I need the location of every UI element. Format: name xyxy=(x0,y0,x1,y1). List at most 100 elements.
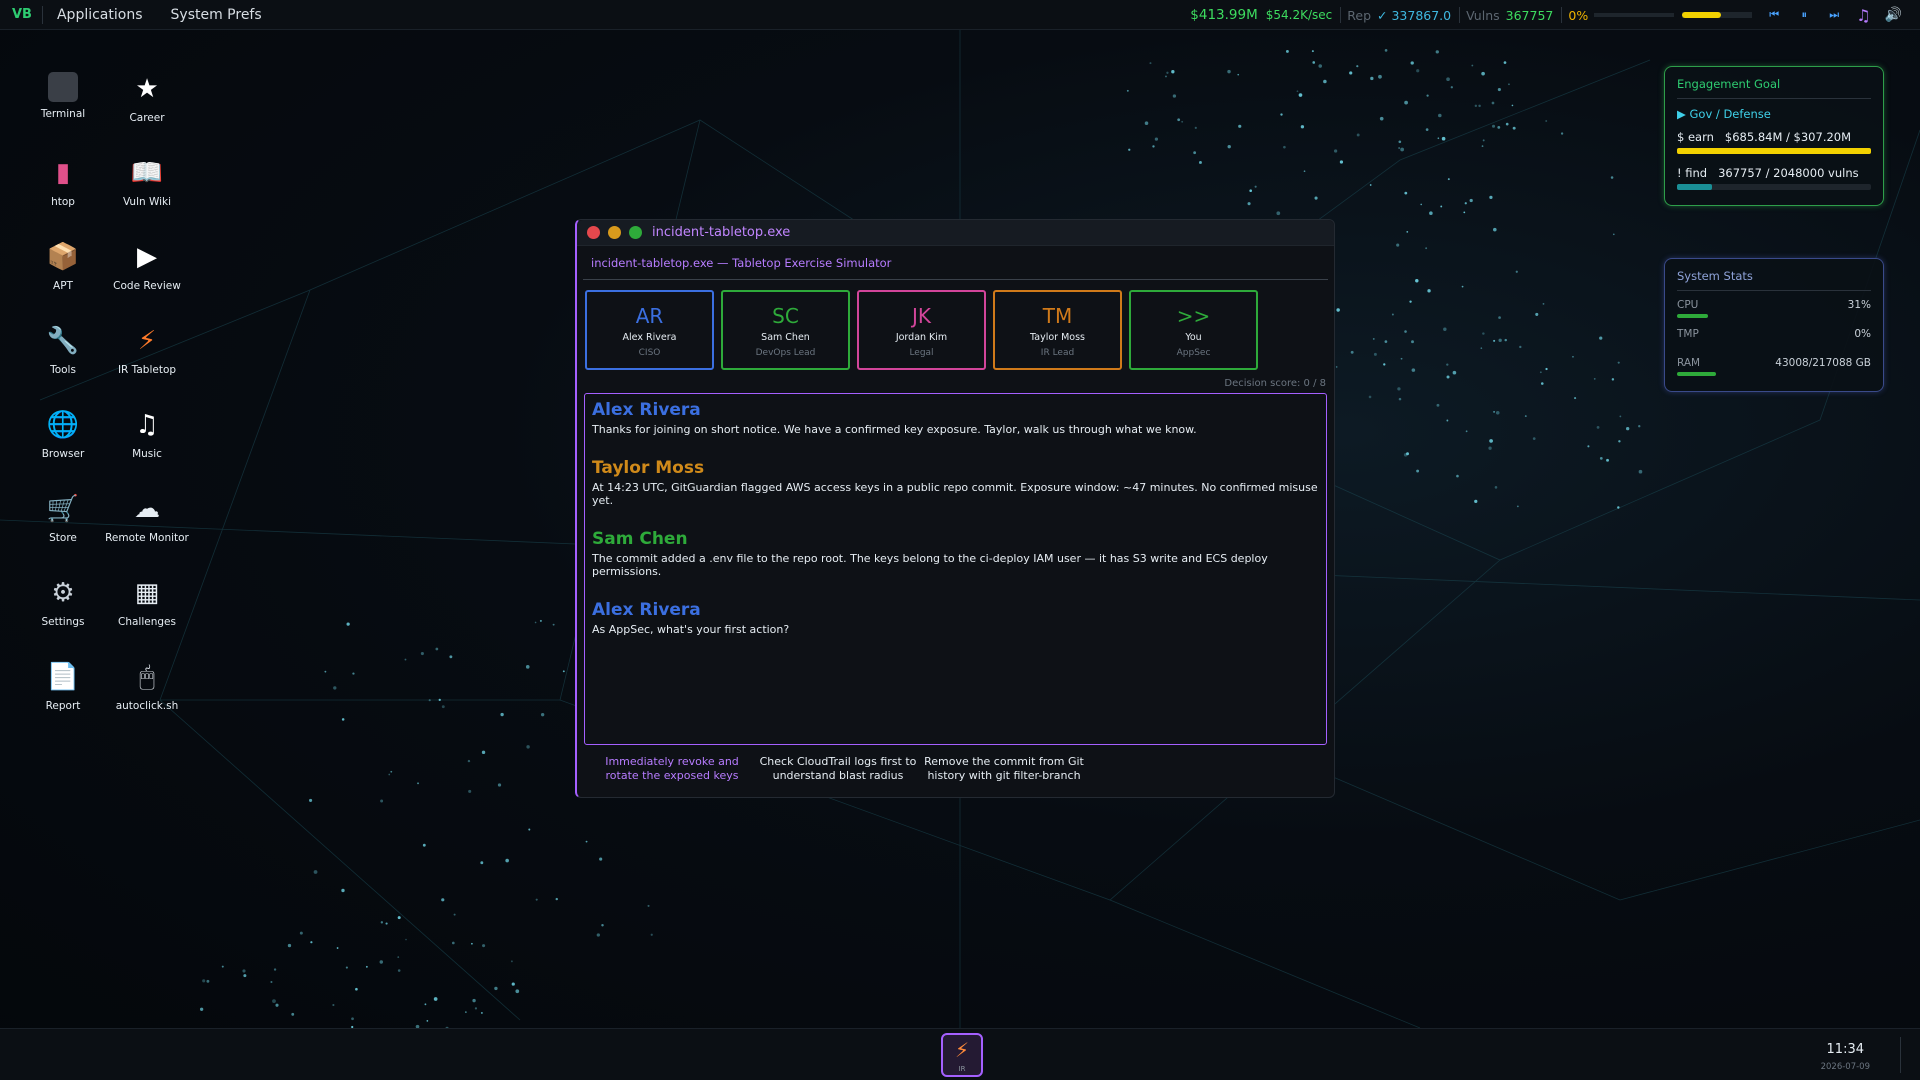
desktop-icon-autoclick-sh[interactable]: 🖱 autoclick.sh xyxy=(102,660,192,712)
menu-system-prefs[interactable]: System Prefs xyxy=(157,7,276,23)
desktop-icon-terminal[interactable]: Terminal xyxy=(18,72,108,120)
star-dot xyxy=(397,969,401,972)
star-dot xyxy=(1285,49,1289,53)
action-choice-button[interactable]: Check CloudTrail logs first to understand… xyxy=(755,755,921,783)
cpu-row: CPU 31% xyxy=(1677,299,1871,311)
os-logo[interactable]: VB xyxy=(0,5,43,24)
star-dot xyxy=(480,861,484,865)
star-dot xyxy=(1497,87,1501,92)
star-dot xyxy=(1489,195,1493,200)
desktop-icon-vuln-wiki[interactable]: 📖 Vuln Wiki xyxy=(102,156,192,208)
participant-role: Legal xyxy=(909,348,934,358)
minimize-button[interactable] xyxy=(608,226,621,239)
package-icon: 📦 xyxy=(46,242,80,272)
star-icon: ★ xyxy=(135,74,159,104)
chat-message: Sam Chen The commit added a .env file to … xyxy=(592,529,1319,578)
star-dot xyxy=(1497,125,1501,129)
desktop-icon-challenges[interactable]: ▦ Challenges xyxy=(102,576,192,628)
checkered-flag-icon: ▦ xyxy=(134,578,160,608)
star-dot xyxy=(1416,469,1420,473)
find-value: 367757 / 2048000 vulns xyxy=(1718,166,1859,180)
ram-row: RAM 43008/217088 GB xyxy=(1677,357,1871,369)
music-note-icon[interactable]: ♫ xyxy=(1856,6,1870,25)
window-titlebar[interactable]: incident-tabletop.exe xyxy=(577,220,1334,246)
star-dot xyxy=(1446,77,1450,82)
star-dot xyxy=(1126,89,1129,92)
desktop-icon-browser[interactable]: 🌐 Browser xyxy=(18,408,108,460)
star-dot xyxy=(333,686,337,690)
pause-icon[interactable]: ⏸ xyxy=(1796,8,1812,22)
desktop-icon-remote-monitor[interactable]: ☁ Remote Monitor xyxy=(102,492,192,544)
star-dot xyxy=(1488,446,1492,450)
close-button[interactable] xyxy=(587,226,600,239)
date: 2026-07-09 xyxy=(1820,1062,1870,1072)
star-dot xyxy=(494,986,498,991)
desktop-icon-store[interactable]: 🛒 Store xyxy=(18,492,108,544)
star-dot xyxy=(397,916,401,920)
desktop-icon-label: Challenges xyxy=(118,616,176,628)
star-dot xyxy=(510,960,513,963)
star-dot xyxy=(451,941,455,945)
participant-initials: JK xyxy=(911,304,931,328)
star-dot xyxy=(438,698,441,702)
menu-applications[interactable]: Applications xyxy=(43,7,157,23)
star-dot xyxy=(379,960,384,964)
desktop-icon-settings[interactable]: ⚙ Settings xyxy=(18,576,108,628)
star-dot xyxy=(206,979,210,983)
maximize-button[interactable] xyxy=(629,226,642,239)
wrench-icon: 🔧 xyxy=(46,326,80,356)
star-dot xyxy=(1303,170,1306,173)
participant-role: DevOps Lead xyxy=(755,348,816,358)
desktop-icon-htop[interactable]: ▮ htop xyxy=(18,156,108,208)
next-track-icon[interactable]: ⏭ xyxy=(1826,8,1842,22)
star-dot xyxy=(1493,227,1497,232)
star-dot xyxy=(1238,124,1242,128)
action-choice-button[interactable]: Immediately revoke and rotate the exposed… xyxy=(589,755,755,783)
star-dot xyxy=(1384,49,1388,52)
desktop-icon-label: htop xyxy=(51,196,75,208)
star-dot xyxy=(1587,445,1590,448)
star-dot xyxy=(1415,278,1419,283)
cpu-bar xyxy=(1677,314,1871,318)
rep-value: ✓ 337867.0 xyxy=(1377,7,1452,23)
star-dot xyxy=(497,783,502,787)
cpu-bar-fill xyxy=(1677,314,1709,318)
desktop-icon-music[interactable]: ♫ Music xyxy=(102,408,192,460)
star-dot xyxy=(355,987,358,991)
star-dot xyxy=(1524,415,1527,418)
desktop-icon-ir-tabletop[interactable]: ⚡ IR Tabletop xyxy=(102,324,192,376)
star-dot xyxy=(1334,149,1338,153)
star-dot xyxy=(1411,368,1416,372)
star-dot xyxy=(1369,184,1372,186)
find-progress-bar xyxy=(1677,184,1871,190)
star-dot xyxy=(272,999,276,1004)
star-dot xyxy=(1400,357,1403,360)
star-dot xyxy=(1406,231,1409,233)
star-dot xyxy=(1482,139,1485,142)
desktop-icon-report[interactable]: 📄 Report xyxy=(18,660,108,712)
desktop-icon-tools[interactable]: 🔧 Tools xyxy=(18,324,108,376)
income-rate: $54.2K/sec xyxy=(1265,8,1333,22)
show-desktop-button[interactable] xyxy=(1900,1037,1914,1073)
cloud-icon: ☁ xyxy=(134,494,160,524)
star-dot xyxy=(420,651,424,656)
desktop-icon-career[interactable]: ★ Career xyxy=(102,72,192,124)
star-dot xyxy=(601,924,604,927)
progress-percent: 0% xyxy=(1568,7,1589,23)
desktop-icon-code-review[interactable]: ▶ Code Review xyxy=(102,240,192,292)
action-choice-button[interactable]: Remove the commit from Git history with g… xyxy=(921,755,1087,783)
previous-track-icon[interactable]: ⏮ xyxy=(1766,8,1782,22)
star-dot xyxy=(1450,86,1453,89)
dock-app-ir-tabletop[interactable]: ⚡ IR xyxy=(941,1033,983,1077)
star-dot xyxy=(647,904,650,907)
star-dot xyxy=(467,759,471,763)
desktop-icon-apt[interactable]: 📦 APT xyxy=(18,240,108,292)
chart-icon: ▮ xyxy=(55,158,71,188)
star-dot xyxy=(275,1003,279,1007)
star-dot xyxy=(1356,65,1359,68)
music-icon: ♫ xyxy=(135,410,159,440)
rep-label: Rep xyxy=(1347,7,1372,23)
volume-icon[interactable]: 🔊 xyxy=(1885,7,1902,23)
message-speaker: Alex Rivera xyxy=(592,400,701,420)
conversation-log: Alex Rivera Thanks for joining on short n… xyxy=(584,393,1327,745)
